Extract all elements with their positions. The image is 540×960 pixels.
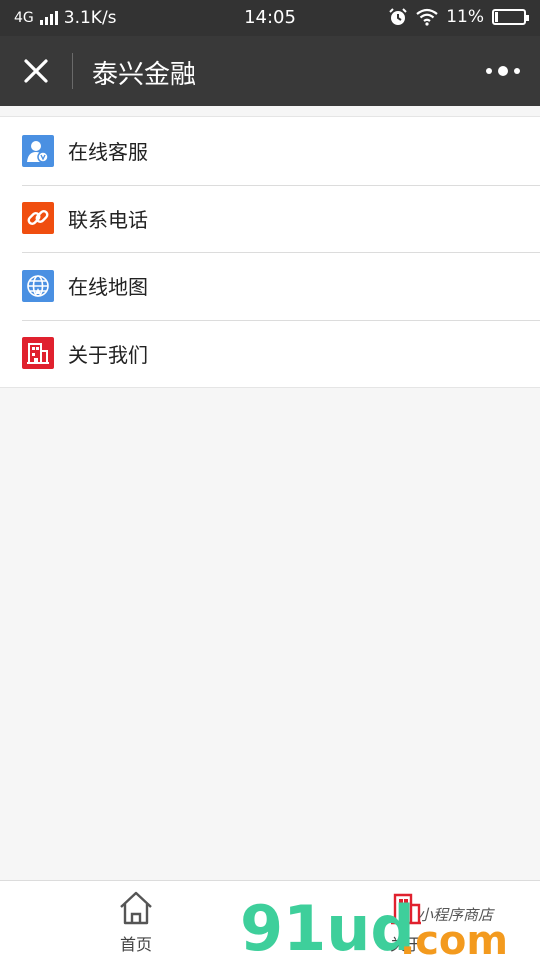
menu-item-map[interactable]: 在线地图 xyxy=(0,252,540,320)
more-dot xyxy=(486,68,492,74)
more-dot xyxy=(498,66,508,76)
link-icon xyxy=(22,202,54,235)
alarm-icon xyxy=(389,8,407,25)
status-right: 11% xyxy=(388,7,529,27)
home-icon xyxy=(120,891,152,925)
watermark-logo: 91ud .com 小程序商店 xyxy=(240,892,508,960)
close-icon[interactable] xyxy=(16,53,56,89)
building-icon xyxy=(22,337,54,370)
customer-service-icon xyxy=(22,134,54,167)
menu-item-phone[interactable]: 联系电话 xyxy=(0,184,540,253)
menu-item-label: 联系电话 xyxy=(68,207,148,232)
more-icon[interactable] xyxy=(486,60,520,82)
wifi-icon xyxy=(416,8,438,26)
watermark-suffix: .com xyxy=(400,918,508,960)
globe-icon xyxy=(22,269,54,302)
menu-item-label: 在线客服 xyxy=(68,140,148,165)
tab-label: 首页 xyxy=(119,935,152,954)
nav-bar: 泰兴金融 xyxy=(0,36,540,106)
menu-item-about[interactable]: 关于我们 xyxy=(0,319,540,388)
menu-item-label: 关于我们 xyxy=(68,342,148,367)
watermark-brand: 91ud xyxy=(240,892,415,960)
battery-fill xyxy=(495,12,498,22)
more-dot xyxy=(514,68,520,74)
tab-home[interactable]: 首页 xyxy=(96,889,176,955)
menu-item-online-service[interactable]: 在线客服 xyxy=(0,117,540,185)
battery-icon xyxy=(492,9,529,25)
page-title: 泰兴金融 xyxy=(92,60,197,90)
watermark-tagline: 小程序商店 xyxy=(418,906,495,924)
menu-list: 在线客服 联系电话 在线地图 关于我们 xyxy=(0,116,540,388)
status-bar: 4G 3.1K/s 14:05 11% xyxy=(0,0,540,36)
nav-separator xyxy=(72,53,73,89)
battery-percent: 11% xyxy=(446,7,484,27)
menu-item-label: 在线地图 xyxy=(68,275,148,300)
